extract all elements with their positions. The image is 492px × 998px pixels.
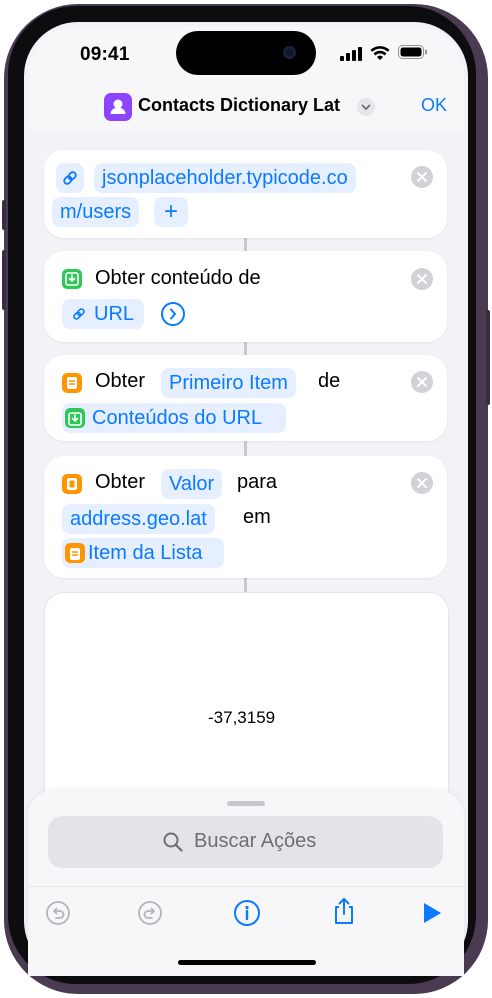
side-button-left-2 (2, 250, 6, 310)
value-chip[interactable]: Valor (161, 469, 223, 499)
shortcut-title[interactable]: Contacts Dictionary Lat (138, 95, 340, 116)
dictionary-icon (62, 474, 82, 494)
add-url-button[interactable]: + (154, 197, 188, 227)
play-icon[interactable] (421, 901, 443, 930)
sheet-grabber[interactable] (227, 801, 265, 806)
list-icon (65, 543, 85, 563)
undo-icon[interactable] (45, 900, 71, 931)
share-icon[interactable] (331, 896, 357, 931)
get-value-connector-for: para (237, 471, 278, 493)
get-contents-verb: Obter conteúdo de (95, 267, 261, 289)
side-button-right (486, 310, 490, 405)
url-contents-label: Conteúdos do URL (92, 407, 263, 429)
camera-icon (283, 46, 296, 59)
remove-action-icon[interactable] (411, 371, 433, 393)
connector-line (244, 441, 247, 456)
get-value-connector-in: em (243, 506, 271, 528)
first-item-chip[interactable]: Primeiro Item (161, 368, 296, 398)
result-value: -37,3159 (208, 708, 276, 727)
ok-button[interactable]: OK (421, 95, 447, 116)
url-contents-chip[interactable]: Conteúdos do URL (62, 403, 286, 433)
wifi-icon (370, 45, 390, 66)
battery-icon (398, 45, 428, 65)
url-variable-chip[interactable]: URL (62, 299, 144, 329)
download-icon (65, 408, 85, 428)
home-indicator[interactable] (178, 960, 316, 965)
redo-icon[interactable] (137, 900, 163, 931)
status-time: 09:41 (80, 44, 130, 65)
signal-icon (340, 47, 362, 66)
search-placeholder[interactable]: Buscar Ações (194, 830, 316, 853)
list-icon (62, 373, 82, 393)
download-icon (62, 269, 82, 289)
search-icon (162, 831, 184, 858)
info-icon[interactable] (233, 899, 261, 932)
key-chip[interactable]: address.geo.lat (62, 504, 215, 534)
title-chevron-down-icon[interactable] (357, 98, 375, 116)
remove-action-icon[interactable] (411, 472, 433, 494)
remove-action-icon[interactable] (411, 166, 433, 188)
get-value-verb: Obter (95, 471, 146, 493)
dynamic-island (176, 31, 316, 75)
toolbar (28, 886, 464, 887)
remove-action-icon[interactable] (411, 268, 433, 290)
shortcut-icon[interactable] (104, 93, 132, 121)
expand-chevron-right-icon[interactable] (161, 302, 185, 326)
list-item-label: Item da Lista (88, 542, 203, 564)
list-item-chip[interactable]: Item da Lista (62, 538, 224, 568)
url-value-line1[interactable]: jsonplaceholder.typicode.co (94, 163, 356, 193)
url-link-icon[interactable] (56, 163, 84, 193)
connector-line (244, 342, 247, 355)
side-button-left (2, 200, 6, 230)
connector-line (244, 578, 247, 593)
url-variable-label: URL (94, 303, 135, 325)
connector-line (244, 238, 247, 251)
get-item-verb: Obter (95, 370, 146, 392)
get-item-connector: de (318, 370, 341, 392)
url-value-line2[interactable]: m/users (52, 197, 140, 227)
